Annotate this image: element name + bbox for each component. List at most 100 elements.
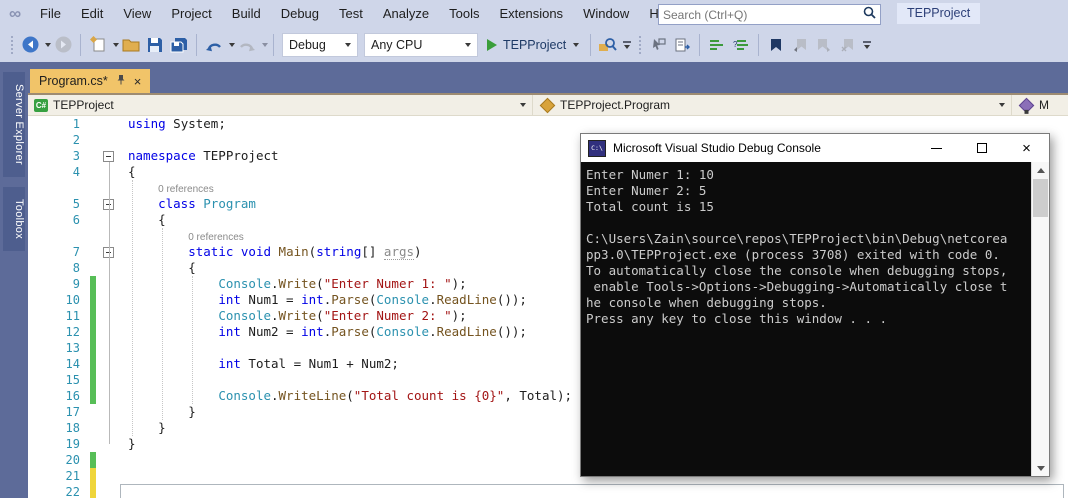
code-text[interactable]: int Num1 = int.Parse(Console.ReadLine())… [118, 292, 527, 308]
maximize-button[interactable] [959, 134, 1004, 162]
project-dropdown[interactable]: C# TEPProject [28, 95, 533, 115]
code-text[interactable]: Console.WriteLine("Total count is {0}", … [118, 388, 572, 404]
start-debugging-button[interactable]: TEPProject [487, 33, 580, 57]
code-text[interactable] [118, 468, 128, 484]
search-box[interactable] [658, 4, 881, 25]
search-icon[interactable] [863, 6, 876, 24]
clear-bookmarks-button[interactable] [836, 33, 860, 57]
solution-platform-select[interactable]: Any CPU [364, 32, 478, 57]
console-title-bar[interactable]: C:\ Microsoft Visual Studio Debug Consol… [581, 134, 1049, 162]
search-input[interactable] [659, 7, 863, 22]
code-text[interactable] [118, 340, 128, 356]
console-line: Enter Numer 2: 5 [586, 183, 707, 198]
close-button[interactable]: × [1004, 134, 1049, 162]
code-text[interactable]: Console.Write("Enter Numer 2: "); [118, 308, 466, 324]
minimize-button[interactable] [914, 134, 959, 162]
redo-dropdown-icon[interactable] [262, 42, 268, 47]
toolbar-separator [758, 33, 760, 56]
code-text[interactable]: } [118, 436, 136, 452]
code-text[interactable]: } [118, 404, 196, 420]
code-segment: . [271, 276, 279, 291]
outline-margin [96, 132, 118, 148]
uncomment-lines-button[interactable]: ? [729, 33, 753, 57]
open-file-button[interactable] [119, 33, 143, 57]
navigate-forward-button[interactable] [51, 33, 75, 57]
console-line: To automatically close the console when … [586, 263, 1008, 278]
code-text[interactable] [118, 452, 128, 468]
type-dropdown[interactable]: TEPProject.Program [533, 95, 1012, 115]
menu-item-project[interactable]: Project [161, 0, 221, 27]
new-project-button[interactable] [86, 33, 110, 57]
code-text[interactable]: { [118, 260, 196, 276]
collapse-region-toggle[interactable] [103, 150, 114, 162]
toolbar-drag-handle[interactable] [10, 34, 14, 55]
toolbar-drag-handle[interactable] [638, 34, 643, 55]
code-text[interactable]: int Num2 = int.Parse(Console.ReadLine())… [118, 324, 527, 340]
toolbar-options-button[interactable] [860, 33, 874, 57]
find-in-files-button[interactable] [596, 33, 620, 57]
code-text[interactable] [118, 372, 128, 388]
scroll-up-button[interactable] [1032, 162, 1049, 178]
outline-margin [96, 244, 118, 260]
toolbar-options-button[interactable] [620, 33, 634, 57]
comment-lines-button[interactable] [705, 33, 729, 57]
menu-item-edit[interactable]: Edit [71, 0, 113, 27]
code-text[interactable]: { [118, 164, 136, 180]
line-number: 7 [72, 245, 80, 259]
list-members-button[interactable] [646, 33, 670, 57]
console-scrollbar[interactable] [1031, 162, 1049, 476]
menu-item-test[interactable]: Test [329, 0, 373, 27]
code-text[interactable] [118, 132, 128, 148]
side-tab-server-explorer[interactable]: Server Explorer [3, 72, 25, 177]
parameter-info-button[interactable] [670, 33, 694, 57]
code-text[interactable]: namespace TEPProject [118, 148, 279, 164]
menu-item-window[interactable]: Window [573, 0, 639, 27]
save-all-button[interactable] [167, 33, 191, 57]
document-tab[interactable]: Program.cs* × [30, 69, 151, 93]
pin-icon[interactable] [116, 72, 126, 90]
solution-configuration-select[interactable]: Debug [282, 32, 358, 57]
save-button[interactable] [143, 33, 167, 57]
code-segment: Program [203, 196, 256, 211]
scroll-down-button[interactable] [1032, 460, 1049, 476]
next-bookmark-button[interactable] [812, 33, 836, 57]
code-text[interactable]: 0 references [118, 228, 244, 244]
code-segment: . [429, 324, 437, 339]
scrollbar-thumb[interactable] [1033, 179, 1048, 217]
menu-item-extensions[interactable]: Extensions [489, 0, 573, 27]
code-text[interactable]: { [118, 212, 166, 228]
code-text[interactable]: class Program [118, 196, 256, 212]
console-output[interactable]: Enter Numer 1: 10 Enter Numer 2: 5 Total c… [581, 162, 1032, 476]
side-tab-toolbox[interactable]: Toolbox [3, 186, 25, 251]
console-line: Total count is 15 [586, 199, 714, 214]
code-text[interactable]: } [118, 420, 166, 436]
code-text[interactable]: int Total = Num1 + Num2; [118, 356, 399, 372]
close-icon[interactable]: × [134, 75, 142, 88]
signin-project-button[interactable]: TEPProject [897, 3, 981, 24]
toggle-bookmark-button[interactable] [764, 33, 788, 57]
menu-item-tools[interactable]: Tools [439, 0, 489, 27]
undo-button[interactable] [202, 33, 226, 57]
menu-item-build[interactable]: Build [222, 0, 271, 27]
menu-item-view[interactable]: View [113, 0, 161, 27]
side-panel-strip: Server Explorer Toolbox [0, 62, 28, 498]
code-text[interactable]: Console.Write("Enter Numer 1: "); [118, 276, 466, 292]
outline-margin [96, 388, 118, 404]
redo-button[interactable] [235, 33, 259, 57]
line-number: 13 [65, 341, 80, 355]
document-tab-title: Program.cs* [39, 74, 108, 88]
navigate-backward-button[interactable] [18, 33, 42, 57]
codelens-references[interactable]: 0 references [188, 232, 244, 243]
codelens-references[interactable]: 0 references [158, 184, 214, 195]
menu-item-analyze[interactable]: Analyze [373, 0, 439, 27]
start-dropdown-icon[interactable] [573, 42, 580, 47]
previous-bookmark-button[interactable] [788, 33, 812, 57]
code-text[interactable]: static void Main(string[] args) [118, 244, 422, 260]
menu-item-file[interactable]: File [30, 0, 71, 27]
console-line: pp3.0\TEPProject.exe (process 3708) exit… [586, 247, 1000, 262]
code-text[interactable]: using System; [118, 116, 226, 132]
member-dropdown[interactable]: M [1012, 95, 1068, 115]
menu-item-debug[interactable]: Debug [271, 0, 329, 27]
